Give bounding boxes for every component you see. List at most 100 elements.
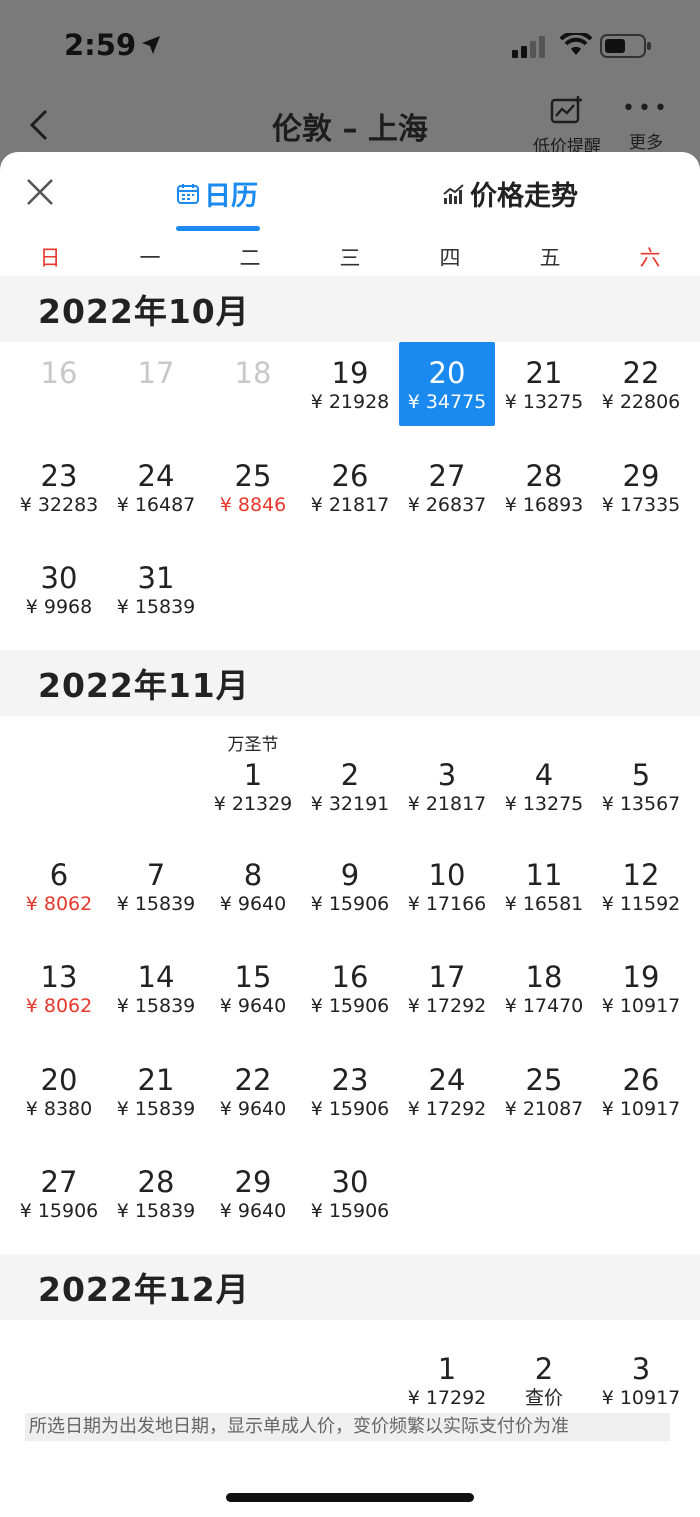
calendar-day[interactable]: 2 查价	[496, 1338, 592, 1422]
calendar-day[interactable]: 11 ¥ 16581	[496, 844, 592, 928]
calendar-day-selected[interactable]: 20 ¥ 34775	[399, 342, 495, 426]
calendar-day[interactable]: 17 ¥ 17292	[399, 946, 495, 1030]
calendar-day[interactable]: 30 ¥ 15906	[302, 1151, 398, 1235]
calendar-day[interactable]: 20 ¥ 8380	[11, 1049, 107, 1133]
weekday-thu: 四	[439, 246, 461, 270]
home-indicator	[226, 1493, 474, 1502]
day-price: ¥ 22806	[601, 391, 681, 413]
month-header: 2022年12月	[0, 1253, 700, 1320]
calendar-day[interactable]: 23 ¥ 32283	[11, 445, 107, 529]
day-price: ¥ 32283	[19, 493, 99, 516]
month-title: 2022年10月	[38, 292, 250, 331]
calendar-day[interactable]: 8 ¥ 9640	[205, 844, 301, 928]
calendar-day[interactable]: 5 ¥ 13567	[593, 744, 689, 828]
calendar-day[interactable]: 9 ¥ 15906	[302, 844, 398, 928]
calendar-day[interactable]: 4 ¥ 13275	[496, 744, 592, 828]
day-number: 7	[146, 857, 166, 892]
calendar-day[interactable]: 21 ¥ 15839	[108, 1049, 204, 1133]
calendar-day[interactable]: 25 ¥ 21087	[496, 1049, 592, 1133]
day-number: 17	[137, 356, 175, 390]
calendar-day[interactable]: 万圣节 1 ¥ 21329	[205, 735, 301, 828]
tab-calendar-label: 日历	[204, 181, 258, 212]
day-price: ¥ 21329	[213, 792, 293, 815]
calendar-day[interactable]: 22 ¥ 22806	[593, 342, 689, 426]
calendar-day[interactable]: 18 ¥ 17470	[496, 946, 592, 1030]
calendar-day[interactable]: 23 ¥ 15906	[302, 1049, 398, 1133]
day-number: 14	[137, 960, 175, 994]
calendar-week-row: 27 ¥ 15906 28 ¥ 15839 29 ¥ 9640 30 ¥ 15906	[0, 1151, 700, 1254]
day-number: 21	[525, 356, 563, 390]
day-price: ¥ 21087	[504, 1097, 584, 1120]
calendar-day[interactable]: 12 ¥ 11592	[593, 844, 689, 928]
calendar-day[interactable]: 15 ¥ 9640	[205, 946, 301, 1030]
calendar-day[interactable]: 3 ¥ 21817	[399, 744, 495, 828]
calendar-day[interactable]: 6 ¥ 8062	[11, 844, 107, 928]
day-number: 24	[137, 458, 175, 493]
calendar-day[interactable]: 26 ¥ 21817	[302, 445, 398, 529]
close-icon[interactable]	[24, 176, 56, 208]
calendar-day[interactable]: 10 ¥ 17166	[399, 844, 495, 928]
tab-active-indicator	[176, 226, 260, 231]
calendar-day[interactable]: 7 ¥ 15839	[108, 844, 204, 928]
calendar-day[interactable]: 3 ¥ 10917	[593, 1338, 689, 1422]
day-price: ¥ 16581	[504, 892, 584, 915]
day-price: ¥ 13567	[601, 792, 681, 815]
calendar-day[interactable]: 28 ¥ 16893	[496, 445, 592, 529]
day-number: 4	[534, 757, 554, 792]
calendar-scroll-area[interactable]: 2022年10月 16 17 18 19 ¥ 21928 20 ¥ 34775 21 ¥ 1327…	[0, 276, 700, 1517]
calendar-day[interactable]: 2 ¥ 32191	[302, 744, 398, 828]
more-label: 更多	[629, 133, 663, 153]
cellular-signal-icon	[512, 36, 545, 58]
day-number: 5	[631, 757, 651, 792]
calendar-day[interactable]: 28 ¥ 15839	[108, 1151, 204, 1235]
day-price: ¥ 32191	[310, 792, 390, 815]
tab-price-trend[interactable]: 价格走势	[442, 174, 578, 213]
chart-alert-icon	[550, 96, 582, 124]
day-price: ¥ 17292	[407, 1097, 487, 1120]
calendar-day[interactable]: 31 ¥ 15839	[108, 547, 204, 631]
calendar-day[interactable]: 22 ¥ 9640	[205, 1049, 301, 1133]
footer-note: 所选日期为出发地日期，显示单成人价，变价频繁以实际支付价为准	[25, 1413, 670, 1441]
calendar-day[interactable]: 16 ¥ 15906	[302, 946, 398, 1030]
calendar-day[interactable]: 29 ¥ 17335	[593, 445, 689, 529]
day-price: ¥ 17292	[407, 1386, 487, 1409]
calendar-day[interactable]: 30 ¥ 9968	[11, 547, 107, 631]
day-price: ¥ 15906	[310, 1200, 390, 1222]
day-number: 10	[428, 857, 466, 892]
day-number: 25	[234, 458, 272, 493]
day-price: ¥ 16487	[116, 493, 196, 516]
day-price: ¥ 16893	[504, 493, 584, 516]
calendar-day[interactable]: 14 ¥ 15839	[108, 946, 204, 1030]
day-price-lowest: ¥ 8846	[219, 493, 287, 516]
calendar-day[interactable]: 24 ¥ 17292	[399, 1049, 495, 1133]
day-price: ¥ 21928	[310, 391, 390, 413]
day-number: 30	[40, 561, 78, 595]
tab-calendar[interactable]: 日历	[176, 174, 258, 213]
calendar-day[interactable]: 27 ¥ 15906	[11, 1151, 107, 1235]
day-number: 27	[40, 1165, 78, 1199]
weekday-sun: 日	[39, 246, 61, 270]
calendar-day[interactable]: 21 ¥ 13275	[496, 342, 592, 426]
calendar-day[interactable]: 29 ¥ 9640	[205, 1151, 301, 1235]
calendar-day[interactable]: 1 ¥ 17292	[399, 1338, 495, 1422]
calendar-day[interactable]: 24 ¥ 16487	[108, 445, 204, 529]
calendar-day[interactable]: 13 ¥ 8062	[11, 946, 107, 1030]
calendar-day[interactable]: 27 ¥ 26837	[399, 445, 495, 529]
day-price: ¥ 11592	[601, 892, 681, 915]
day-number: 29	[622, 458, 660, 493]
day-price: ¥ 17292	[407, 995, 487, 1017]
calendar-week-row: 6 ¥ 8062 7 ¥ 15839 8 ¥ 9640 9 ¥ 15906 10 ¥ 17166 1…	[0, 844, 700, 947]
calendar-day[interactable]: 25 ¥ 8846	[205, 445, 301, 529]
calendar-day[interactable]: 19 ¥ 10917	[593, 946, 689, 1030]
calendar-day[interactable]: 26 ¥ 10917	[593, 1049, 689, 1133]
day-price-lowest: ¥ 8062	[25, 995, 93, 1017]
price-alert-button[interactable]: 低价提醒	[528, 96, 606, 157]
more-button[interactable]: ••• 更多	[622, 96, 670, 153]
day-number: 12	[622, 857, 660, 892]
day-number: 3	[437, 757, 457, 792]
day-price: ¥ 9640	[219, 1097, 287, 1120]
calendar-day[interactable]: 19 ¥ 21928	[302, 342, 398, 426]
day-number: 26	[331, 458, 369, 493]
day-price: ¥ 15839	[116, 1097, 196, 1120]
weekday-mon: 一	[139, 246, 161, 270]
